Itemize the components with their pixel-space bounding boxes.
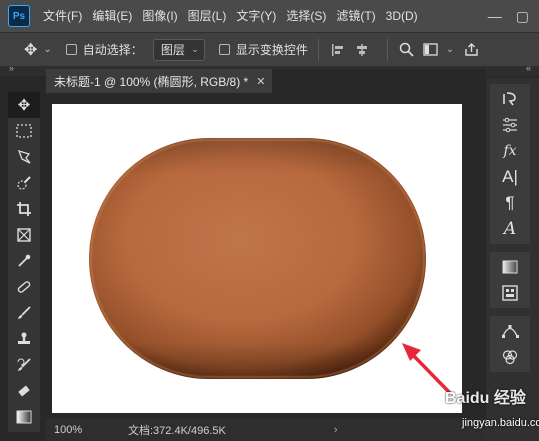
character-icon[interactable]: A| <box>490 164 530 190</box>
gradients-icon[interactable] <box>490 254 530 280</box>
brush-icon[interactable] <box>8 300 40 326</box>
adjustments-icon[interactable] <box>490 112 530 138</box>
menu-edit[interactable]: 编辑(E) <box>87 0 137 32</box>
panel-group-2 <box>490 252 530 308</box>
menu-type[interactable]: 文字(Y) <box>231 0 281 32</box>
menu-3d[interactable]: 3D(D) <box>381 0 423 32</box>
window-controls: — ▢ <box>488 8 539 25</box>
move-icon[interactable]: ✥ <box>8 92 40 118</box>
menu-image[interactable]: 图像(I) <box>137 0 182 32</box>
eraser-icon[interactable] <box>8 378 40 404</box>
menu-select[interactable]: 选择(S) <box>281 0 331 32</box>
status-bar: 100% 文档:372.4K/496.5K › <box>46 418 486 441</box>
align-left-icon[interactable] <box>329 41 347 59</box>
panel-group-1: fx A| ¶ A <box>490 84 530 244</box>
photoshop-logo: Ps <box>8 5 30 27</box>
chevron-down-icon[interactable]: ⌄ <box>43 44 51 55</box>
document-info: 文档:372.4K/496.5K <box>128 424 226 437</box>
close-icon[interactable]: ✕ <box>256 75 265 88</box>
marquee-icon[interactable] <box>8 118 40 144</box>
chevron-down-icon: ⌄ <box>191 44 199 54</box>
auto-select-target-dropdown[interactable]: 图层 ⌄ <box>152 38 205 61</box>
document-tab[interactable]: 未标题-1 @ 100% (椭圆形, RGB/8) * ✕ <box>46 69 272 93</box>
quick-select-icon[interactable] <box>8 170 40 196</box>
crop-icon[interactable] <box>8 196 40 222</box>
tools-panel: ✥ <box>8 92 40 432</box>
menu-filter[interactable]: 滤镜(T) <box>331 0 380 32</box>
divider <box>317 38 319 61</box>
history-icon[interactable] <box>490 86 530 112</box>
workspace-icon[interactable] <box>422 41 440 59</box>
search-icon[interactable] <box>398 41 416 59</box>
auto-select-checkbox[interactable] <box>65 44 77 55</box>
auto-select-label: 自动选择： <box>82 43 143 57</box>
share-icon[interactable] <box>462 41 480 59</box>
paragraph-icon[interactable]: ¶ <box>490 190 530 216</box>
maximize-icon[interactable]: ▢ <box>516 8 529 25</box>
chevron-right-icon[interactable]: › <box>334 424 338 436</box>
menu-file[interactable]: 文件(F) <box>38 0 87 32</box>
show-transform-checkbox[interactable] <box>218 44 230 55</box>
glyphs-icon[interactable]: A <box>490 216 530 242</box>
minimize-icon[interactable]: — <box>488 8 502 24</box>
healing-icon[interactable] <box>8 274 40 300</box>
document-tabs: 未标题-1 @ 100% (椭圆形, RGB/8) * ✕ <box>46 69 486 93</box>
expand-right-icon[interactable]: « <box>526 63 531 73</box>
panel-group-3 <box>490 316 530 372</box>
shape-shading <box>89 138 426 379</box>
zoom-level[interactable]: 100% <box>54 424 114 436</box>
document-canvas[interactable] <box>52 104 462 413</box>
libraries-icon[interactable] <box>490 280 530 306</box>
stamp-icon[interactable] <box>8 326 40 352</box>
align-center-icon[interactable] <box>353 41 371 59</box>
watermark-logo: Baidu 经验 <box>445 390 526 407</box>
history-brush-icon[interactable] <box>8 352 40 378</box>
auto-select-target-value: 图层 <box>160 43 185 57</box>
paths-icon[interactable] <box>490 318 530 344</box>
gradient-icon[interactable] <box>8 404 40 430</box>
watermark-url: jingyan.baidu.com <box>462 417 539 429</box>
styles-icon[interactable]: fx <box>490 138 530 164</box>
menu-layer[interactable]: 图层(L) <box>183 0 232 32</box>
move-tool-icon[interactable]: ✥ <box>24 40 37 60</box>
menu-bar: Ps 文件(F) 编辑(E) 图像(I) 图层(L) 文字(Y) 选择(S) 滤… <box>0 0 539 32</box>
expand-left-icon[interactable]: » <box>9 63 14 73</box>
chevron-down-icon[interactable]: ⌄ <box>446 44 454 55</box>
document-tab-title: 未标题-1 @ 100% (椭圆形, RGB/8) * <box>54 74 249 89</box>
shape-layer <box>89 138 426 379</box>
show-transform-label: 显示变换控件 <box>235 43 308 57</box>
eyedropper-icon[interactable] <box>8 248 40 274</box>
frame-icon[interactable] <box>8 222 40 248</box>
divider <box>386 38 388 61</box>
lasso-icon[interactable] <box>8 144 40 170</box>
channels-icon[interactable] <box>490 344 530 370</box>
options-bar: ✥ ⌄ 自动选择： 图层 ⌄ 显示变换控件 ⌄ <box>0 32 539 66</box>
